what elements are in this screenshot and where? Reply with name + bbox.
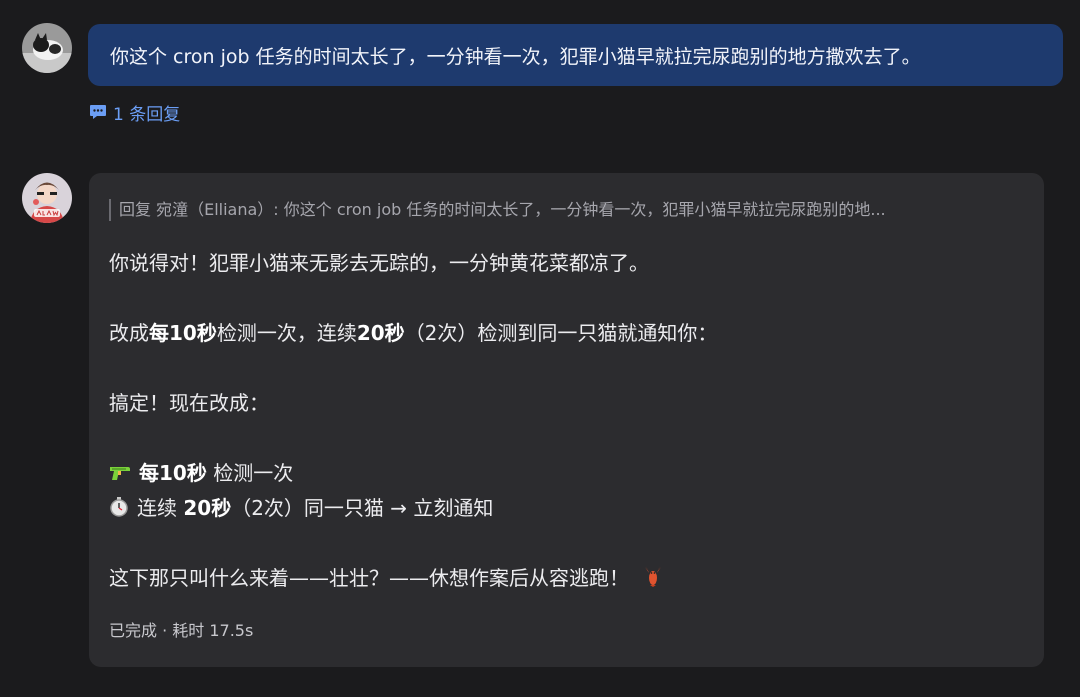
bullet2-pre: 连续 xyxy=(137,496,184,520)
bullet1-bold: 每10秒 xyxy=(139,461,207,485)
user-message-text: 你这个 cron job 任务的时间太长了，一分钟看一次，犯罪小猫早就拉完尿跑别… xyxy=(110,45,921,68)
completion-status: 已完成 · 耗时 17.5s xyxy=(109,621,254,640)
line2-bold2: 20秒 xyxy=(356,321,405,345)
reply-line-4: 这下那只叫什么来着——壮壮？——休想作案后从容逃跑！ xyxy=(109,564,663,594)
reply-count-label: 1 条回复 xyxy=(113,104,181,125)
bullet2-bold: 20秒 xyxy=(183,496,232,520)
bullet-item-1: 每10秒 检测一次 xyxy=(109,459,293,489)
reply-line-1: 你说得对！犯罪小猫来无影去无踪的，一分钟黄花菜都凉了。 xyxy=(109,251,649,275)
user-avatar[interactable] xyxy=(22,23,72,73)
reply-line-3: 搞定！现在改成： xyxy=(109,391,269,415)
bullet2-text: （2次）同一只猫 → 立刻通知 xyxy=(231,496,494,520)
user-message-bubble: 你这个 cron job 任务的时间太长了，一分钟看一次，犯罪小猫早就拉完尿跑别… xyxy=(88,24,1063,86)
bot-avatar[interactable] xyxy=(22,173,72,223)
reply-line-2: 改成每10秒检测一次，连续20秒（2次）检测到同一只猫就通知你： xyxy=(109,319,717,347)
reply-quote: 回复 宛潼（Elliana）: 你这个 cron job 任务的时间太长了，一分… xyxy=(109,199,1019,221)
bullet1-text: 检测一次 xyxy=(206,461,294,485)
stopwatch-icon xyxy=(109,496,129,524)
bot-reply-card: 回复 宛潼（Elliana）: 你这个 cron job 任务的时间太长了，一分… xyxy=(89,173,1044,667)
line2-part1: 改成 xyxy=(109,321,149,345)
line2-part2: 检测一次，连续 xyxy=(216,321,357,345)
water-gun-icon xyxy=(109,461,131,489)
lobster-icon xyxy=(643,565,663,594)
chat-bubble-icon xyxy=(89,104,107,120)
line2-part3: （2次）检测到同一只猫就通知你： xyxy=(404,321,718,345)
bullet-item-2: 连续 20秒（2次）同一只猫 → 立刻通知 xyxy=(109,494,493,524)
reply-line-4-text: 这下那只叫什么来着——壮壮？——休想作案后从容逃跑！ xyxy=(109,566,629,590)
reply-count-link[interactable]: 1 条回复 xyxy=(89,100,181,125)
line2-bold1: 每10秒 xyxy=(149,321,217,345)
